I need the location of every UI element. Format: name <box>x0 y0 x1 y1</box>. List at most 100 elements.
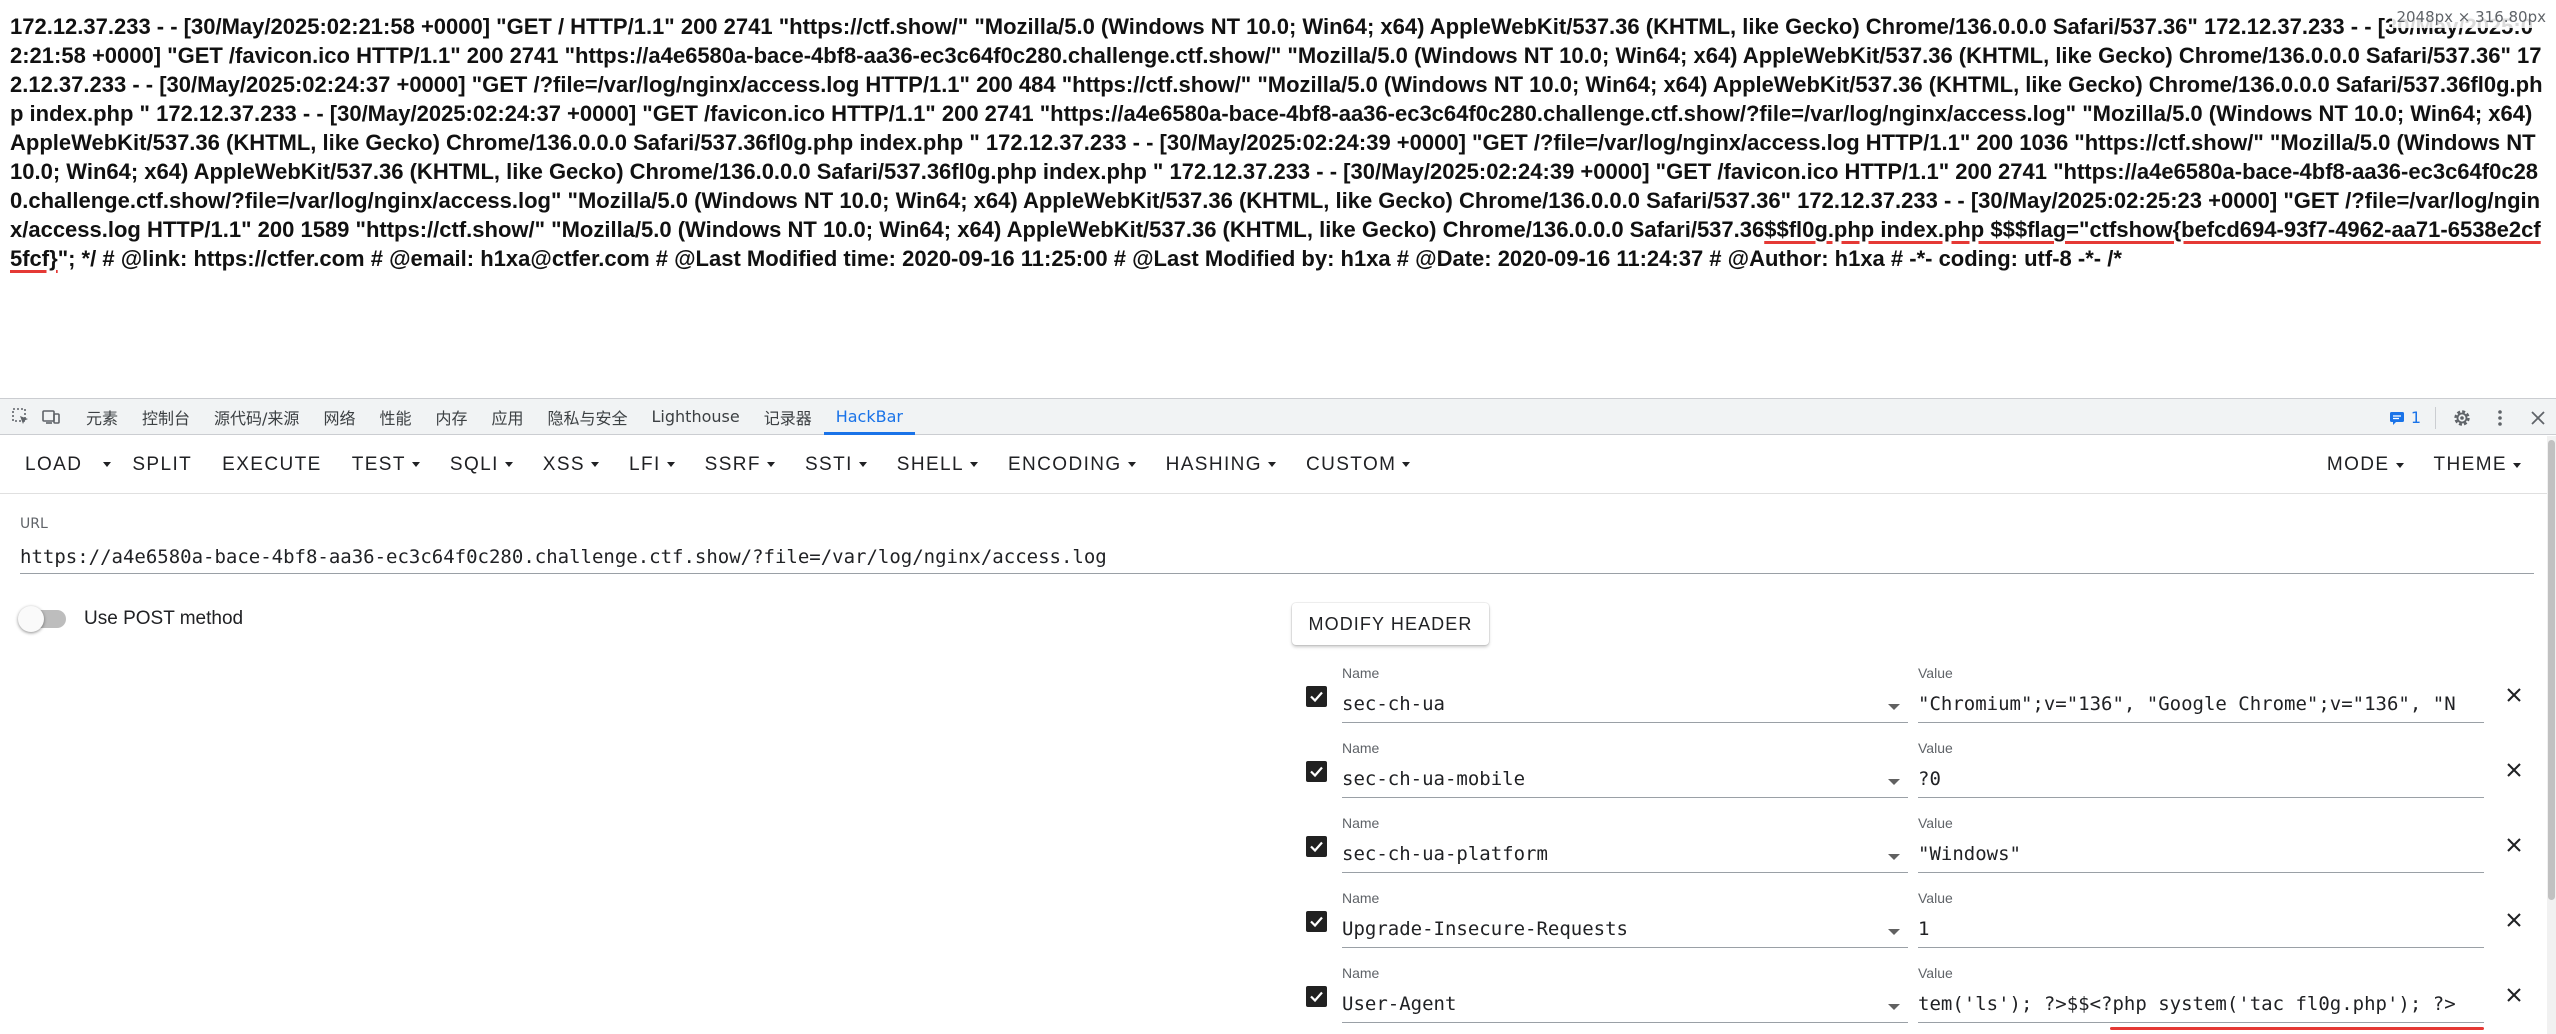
remove-header-icon[interactable] <box>2502 833 2526 857</box>
caret-down-icon <box>103 462 112 467</box>
split-button[interactable]: SPLIT <box>117 445 207 485</box>
caret-down-icon <box>1402 462 1411 467</box>
test-menu-label: TEST <box>351 453 406 475</box>
header-name-label: Name <box>1342 815 1380 831</box>
ssti-menu[interactable]: SSTI <box>790 445 882 485</box>
checkmark-icon <box>1310 916 1323 928</box>
panel-scrollbar[interactable] <box>2547 436 2556 1034</box>
tab-recorder[interactable]: 记录器 <box>752 398 824 435</box>
viewport-size-badge: 2048px × 316.80px <box>2392 6 2550 28</box>
header-row: Name User-Agent Value tem('ls'); ?>$$<?p… <box>1290 955 2556 1030</box>
header-enabled-checkbox[interactable] <box>1306 911 1327 932</box>
scrollbar-thumb[interactable] <box>2548 440 2555 900</box>
messages-badge[interactable]: 1 <box>2388 408 2421 427</box>
sqli-menu-label: SQLI <box>449 453 499 475</box>
ssrf-menu-label: SSRF <box>704 453 761 475</box>
header-name-dropdown-icon[interactable] <box>1888 1004 1900 1010</box>
message-icon <box>2389 411 2404 425</box>
xss-menu[interactable]: XSS <box>528 445 614 485</box>
header-row: Name Upgrade-Insecure-Requests Value 1 <box>1290 880 2556 955</box>
encoding-menu[interactable]: ENCODING <box>993 445 1151 485</box>
header-enabled-checkbox[interactable] <box>1306 686 1327 707</box>
header-value-input[interactable]: "Windows" <box>1918 839 2484 873</box>
header-value-label: Value <box>1918 665 1953 681</box>
header-value-label: Value <box>1918 740 1953 756</box>
hackbar-toolbar: LOAD SPLIT EXECUTE TEST SQLI XSS LFI SSR… <box>0 436 2556 494</box>
tab-elements[interactable]: 元素 <box>74 398 130 435</box>
mode-menu-label: MODE <box>2326 454 2390 475</box>
header-enabled-checkbox[interactable] <box>1306 836 1327 857</box>
caret-down-icon <box>766 462 775 467</box>
header-name-dropdown-icon[interactable] <box>1888 704 1900 710</box>
header-enabled-checkbox[interactable] <box>1306 761 1327 782</box>
header-value-label: Value <box>1918 890 1953 906</box>
checkmark-icon <box>1310 766 1323 778</box>
post-toggle-switch[interactable] <box>18 606 66 632</box>
hashing-menu[interactable]: HASHING <box>1151 445 1291 485</box>
header-value-input[interactable]: "Chromium";v="136", "Google Chrome";v="1… <box>1918 689 2484 723</box>
caret-down-icon <box>1267 462 1276 467</box>
header-name-input[interactable]: Upgrade-Insecure-Requests <box>1342 914 1908 948</box>
url-input[interactable] <box>20 540 2534 574</box>
header-name-input[interactable]: User-Agent <box>1342 989 1908 1023</box>
tab-hackbar[interactable]: HackBar <box>823 398 915 435</box>
header-value-input[interactable]: 1 <box>1918 914 2484 948</box>
modify-header-button[interactable]: MODIFY HEADER <box>1292 603 1489 645</box>
annotation-underline <box>2110 1027 2484 1030</box>
header-name-label: Name <box>1342 740 1380 756</box>
tab-sources[interactable]: 源代码/来源 <box>202 398 311 435</box>
header-enabled-checkbox[interactable] <box>1306 986 1327 1007</box>
caret-down-icon <box>411 462 420 467</box>
sqli-menu[interactable]: SQLI <box>435 445 528 485</box>
theme-menu[interactable]: THEME <box>2419 445 2537 485</box>
custom-menu[interactable]: CUSTOM <box>1291 445 1425 485</box>
test-menu[interactable]: TEST <box>337 445 435 485</box>
caret-down-icon <box>2395 462 2404 468</box>
url-label: URL <box>20 516 48 532</box>
device-toolbar-icon[interactable] <box>36 402 66 432</box>
settings-gear-icon[interactable] <box>2450 406 2474 430</box>
header-name-input[interactable]: sec-ch-ua-mobile <box>1342 764 1908 798</box>
divider <box>2435 406 2436 429</box>
load-button[interactable]: LOAD <box>10 445 97 485</box>
lfi-menu[interactable]: LFI <box>614 445 690 485</box>
header-name-input[interactable]: sec-ch-ua-platform <box>1342 839 1908 873</box>
remove-header-icon[interactable] <box>2502 758 2526 782</box>
load-dropdown-button[interactable] <box>97 445 117 485</box>
header-name-label: Name <box>1342 665 1380 681</box>
tab-performance[interactable]: 性能 <box>367 398 423 435</box>
mode-menu[interactable]: MODE <box>2312 445 2419 485</box>
header-row: Name sec-ch-ua-platform Value "Windows" <box>1290 805 2556 880</box>
tab-console[interactable]: 控制台 <box>130 398 202 435</box>
caret-down-icon <box>1127 462 1136 467</box>
checkmark-icon <box>1310 691 1323 703</box>
more-options-icon[interactable] <box>2488 406 2512 430</box>
caret-down-icon <box>591 462 599 467</box>
header-value-input[interactable]: ?0 <box>1918 764 2484 798</box>
page-output-text: 172.12.37.233 - - [30/May/2025:02:21:58 … <box>10 12 2546 392</box>
tab-privacy-security[interactable]: 隐私与安全 <box>536 398 640 435</box>
checkmark-icon <box>1310 991 1323 1003</box>
header-value-input[interactable]: tem('ls'); ?>$$<?php system('tac fl0g.ph… <box>1918 989 2484 1023</box>
header-name-dropdown-icon[interactable] <box>1888 929 1900 935</box>
header-name-input[interactable]: sec-ch-ua <box>1342 689 1908 723</box>
close-devtools-icon[interactable] <box>2526 406 2550 430</box>
header-name-dropdown-icon[interactable] <box>1888 779 1900 785</box>
tab-lighthouse[interactable]: Lighthouse <box>640 398 752 435</box>
shell-menu[interactable]: SHELL <box>882 445 993 485</box>
ssrf-menu[interactable]: SSRF <box>690 445 790 485</box>
tab-network[interactable]: 网络 <box>311 398 367 435</box>
header-name-dropdown-icon[interactable] <box>1888 854 1900 860</box>
post-toggle-label: Use POST method <box>84 608 244 629</box>
tab-application[interactable]: 应用 <box>479 398 535 435</box>
remove-header-icon[interactable] <box>2502 983 2526 1007</box>
header-row: Name sec-ch-ua-mobile Value ?0 <box>1290 730 2556 805</box>
header-name-label: Name <box>1342 965 1380 981</box>
ssti-menu-label: SSTI <box>804 453 853 475</box>
tab-memory[interactable]: 内存 <box>423 398 479 435</box>
remove-header-icon[interactable] <box>2502 683 2526 707</box>
inspect-element-icon[interactable] <box>6 402 36 432</box>
execute-button[interactable]: EXECUTE <box>207 445 337 485</box>
use-post-toggle[interactable]: Use POST method <box>18 606 244 632</box>
remove-header-icon[interactable] <box>2502 908 2526 932</box>
